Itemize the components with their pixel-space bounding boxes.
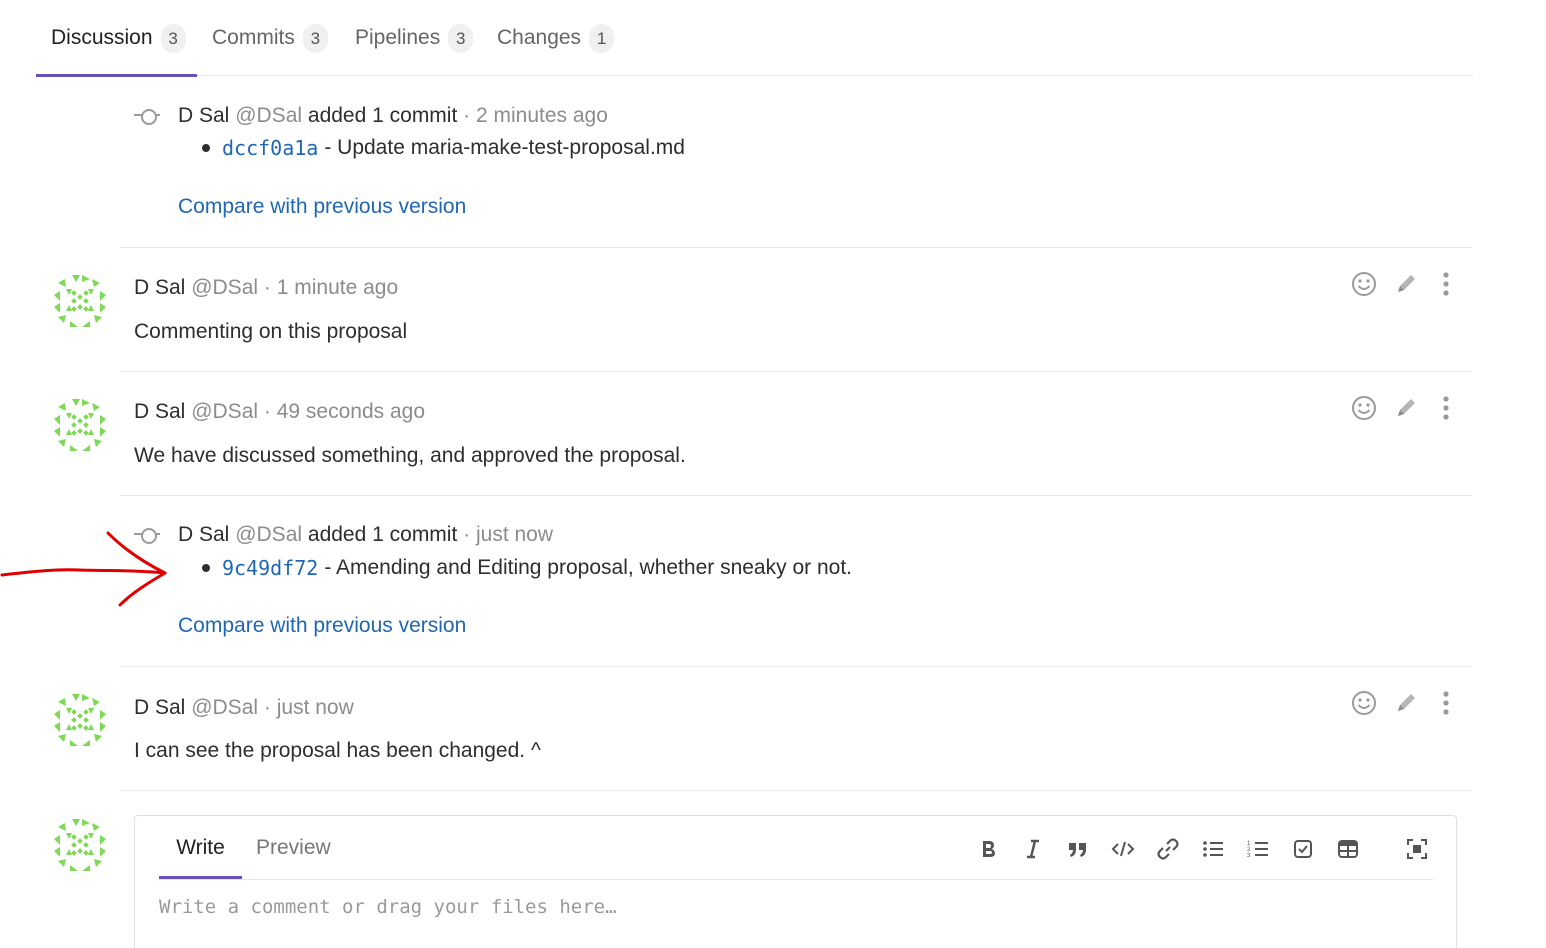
bold-icon[interactable]	[975, 836, 1001, 862]
comment-header: D Sal @DSal · 49 seconds ago	[134, 400, 425, 424]
tab-label: Pipelines	[355, 26, 441, 49]
commit-message: - Update maria-make-test-proposal.md	[324, 136, 685, 159]
tab-pipelines[interactable]: Pipelines 3	[355, 0, 474, 76]
comment-actions	[1348, 394, 1458, 424]
numbered-list-icon[interactable]: 123	[1245, 836, 1271, 862]
more-actions-icon[interactable]	[1432, 270, 1460, 298]
tab-changes[interactable]: Changes 1	[497, 0, 615, 76]
system-note-commit: D Sal @DSal added 1 commit · just now 9c…	[120, 520, 1472, 650]
compare-previous-version-link[interactable]: Compare with previous version	[178, 614, 466, 638]
quote-icon[interactable]	[1065, 836, 1091, 862]
system-note-commit: D Sal @DSal added 1 commit · 2 minutes a…	[120, 100, 1472, 230]
timestamp: · just now	[463, 523, 554, 546]
italic-icon[interactable]	[1020, 836, 1046, 862]
system-note-header: D Sal @DSal added 1 commit · just now	[178, 523, 553, 547]
divider	[159, 879, 1433, 880]
add-reaction-icon[interactable]	[1350, 689, 1378, 717]
divider	[120, 666, 1472, 667]
svg-text:3: 3	[1247, 853, 1251, 859]
tab-label: Discussion	[51, 26, 153, 49]
comment-body: I can see the proposal has been changed.…	[134, 739, 541, 762]
author-name[interactable]: D Sal	[134, 400, 185, 423]
add-reaction-icon[interactable]	[1350, 270, 1378, 298]
system-note-header: D Sal @DSal added 1 commit · 2 minutes a…	[178, 104, 608, 128]
tab-label: Commits	[212, 26, 295, 49]
author-handle[interactable]: @DSal	[191, 276, 258, 299]
bullet	[202, 144, 210, 152]
red-annotation-arrow	[0, 531, 167, 607]
comment-body: We have discussed something, and approve…	[134, 444, 686, 467]
bullet-list-icon[interactable]	[1200, 836, 1226, 862]
divider	[120, 371, 1472, 372]
timestamp: · 1 minute ago	[263, 276, 399, 299]
author-handle[interactable]: @DSal	[235, 523, 302, 546]
tab-commits[interactable]: Commits 3	[212, 0, 328, 76]
comment-actions	[1348, 270, 1458, 300]
commit-list-item: 9c49df72 - Amending and Editing proposal…	[202, 556, 852, 580]
add-reaction-icon[interactable]	[1350, 394, 1378, 422]
timestamp: · just now	[263, 696, 354, 719]
tab-discussion[interactable]: Discussion 3	[36, 0, 197, 77]
divider	[120, 790, 1472, 791]
code-icon[interactable]	[1110, 836, 1136, 862]
author-handle[interactable]: @DSal	[235, 104, 302, 127]
commit-sha-link[interactable]: dccf0a1a	[222, 136, 318, 160]
bullet	[202, 564, 210, 572]
edit-pencil-icon[interactable]	[1392, 394, 1420, 422]
comment-body: Commenting on this proposal	[134, 320, 408, 343]
timestamp: · 2 minutes ago	[463, 104, 608, 127]
commit-icon	[134, 109, 160, 125]
user-avatar[interactable]	[50, 395, 110, 455]
count-badge: 1	[589, 23, 615, 53]
comment-header: D Sal @DSal · just now	[134, 696, 354, 720]
edit-pencil-icon[interactable]	[1392, 689, 1420, 717]
tab-write[interactable]: Write	[159, 816, 242, 879]
compare-previous-version-link[interactable]: Compare with previous version	[178, 195, 466, 219]
merge-request-tabs: Discussion 3 Commits 3 Pipelines 3 Chang…	[36, 0, 1473, 77]
author-name[interactable]: D Sal	[134, 276, 185, 299]
tab-label: Changes	[497, 26, 582, 49]
comment-textarea[interactable]: Write a comment or drag your files here…	[159, 896, 617, 918]
comment-header: D Sal @DSal · 1 minute ago	[134, 276, 398, 300]
tab-preview[interactable]: Preview	[256, 816, 331, 879]
author-handle[interactable]: @DSal	[191, 696, 258, 719]
table-icon[interactable]	[1335, 836, 1361, 862]
author-name[interactable]: D Sal	[178, 104, 229, 127]
count-badge: 3	[448, 23, 474, 53]
fullscreen-icon[interactable]	[1404, 836, 1430, 862]
edit-pencil-icon[interactable]	[1392, 270, 1420, 298]
commit-message: - Amending and Editing proposal, whether…	[324, 556, 852, 579]
comment-actions	[1348, 689, 1458, 719]
user-avatar[interactable]	[50, 690, 110, 750]
divider	[120, 247, 1472, 248]
commit-list-item: dccf0a1a - Update maria-make-test-propos…	[202, 136, 685, 160]
task-list-icon[interactable]	[1290, 836, 1316, 862]
note-action: added 1 commit	[307, 523, 458, 546]
more-actions-icon[interactable]	[1432, 394, 1460, 422]
user-avatar[interactable]	[50, 815, 110, 875]
note-action: added 1 commit	[307, 104, 458, 127]
author-name[interactable]: D Sal	[178, 523, 229, 546]
count-badge: 3	[302, 23, 328, 53]
user-avatar[interactable]	[50, 271, 110, 331]
commit-sha-link[interactable]: 9c49df72	[222, 556, 318, 580]
author-name[interactable]: D Sal	[134, 696, 185, 719]
author-handle[interactable]: @DSal	[191, 400, 258, 423]
comment-editor: Write Preview 123 Write a comment or dra…	[134, 815, 1457, 948]
timestamp: · 49 seconds ago	[263, 400, 425, 423]
more-actions-icon[interactable]	[1432, 689, 1460, 717]
count-badge: 3	[160, 23, 186, 53]
divider	[120, 495, 1472, 496]
link-icon[interactable]	[1155, 836, 1181, 862]
